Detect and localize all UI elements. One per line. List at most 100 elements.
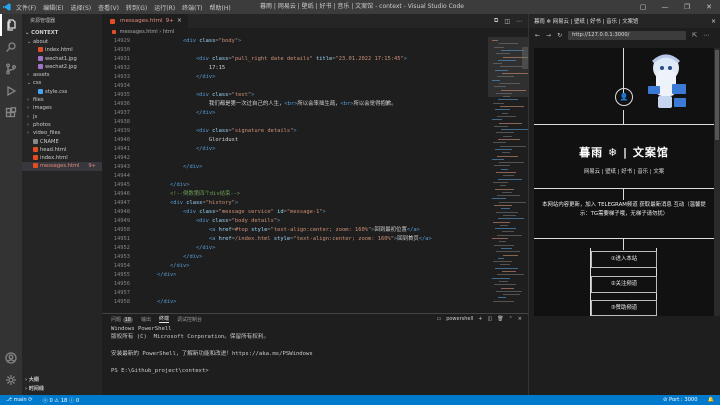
browser-scrollbar-thumb[interactable] <box>715 50 719 140</box>
menu-item[interactable]: 转到(G) <box>126 3 147 12</box>
code-line[interactable]: 14953 </div> <box>102 253 528 262</box>
tree-item[interactable]: head.html <box>22 146 102 154</box>
tab-output[interactable]: 输出 <box>141 316 151 323</box>
menu-item[interactable]: 文件(F) <box>16 3 36 12</box>
minimize-button[interactable]: — <box>654 0 676 14</box>
search-icon[interactable] <box>0 36 22 58</box>
code-line[interactable]: 14930 <box>102 46 528 55</box>
settings-gear-icon[interactable] <box>0 369 22 391</box>
code-line[interactable]: 14947 <div class="history"> <box>102 199 528 208</box>
code-line[interactable]: 14940 Gloridust <box>102 136 528 145</box>
tree-item[interactable]: ⌄ css <box>22 79 102 87</box>
terminal-output[interactable]: Windows PowerShell 版权所有 (C) Microsoft Cor… <box>111 325 313 375</box>
maximize-button[interactable]: ❐ <box>676 0 698 14</box>
enter-site-button[interactable]: ①进入本站 <box>591 251 657 268</box>
code-line[interactable]: 14957 <box>102 289 528 298</box>
port-indicator[interactable]: ⊘ Port : 3000 <box>663 397 698 403</box>
branch-indicator[interactable]: ⎇ main ⟳ <box>6 397 33 403</box>
code-line[interactable]: 14951 <a href=/index.html style="text-al… <box>102 235 528 244</box>
close-button[interactable]: ✕ <box>698 0 720 14</box>
tab-messages-html[interactable]: messages.html 9+ × <box>102 14 188 28</box>
tree-item[interactable]: › images <box>22 104 102 112</box>
tree-item[interactable]: › assets <box>22 71 102 79</box>
split-terminal-icon[interactable]: ◫ <box>488 316 493 322</box>
tree-item[interactable]: wechat1.jpg <box>22 55 102 63</box>
code-line[interactable]: 14952 </div> <box>102 244 528 253</box>
code-line[interactable]: 14929 <div class="body"> <box>102 37 528 46</box>
timeline-section[interactable]: › 时间线 <box>22 385 102 394</box>
forward-arrow-icon[interactable]: → <box>546 32 551 39</box>
tree-item[interactable]: wechat2.jpg <box>22 63 102 71</box>
layout-icon[interactable]: ▢ <box>632 0 654 14</box>
tree-item[interactable]: CNAME <box>22 138 102 146</box>
code-line[interactable]: 14933 </div> <box>102 73 528 82</box>
tree-item[interactable]: › video_files <box>22 129 102 137</box>
open-external-icon[interactable]: ⇱ <box>692 32 697 39</box>
menu-item[interactable]: 帮助(H) <box>209 3 230 12</box>
code-line[interactable]: 14956 <box>102 280 528 289</box>
code-line[interactable]: 14955 </div> <box>102 271 528 280</box>
maximize-panel-icon[interactable]: ⌃ <box>509 316 513 322</box>
menu-item[interactable]: 编辑(E) <box>43 3 63 12</box>
url-bar[interactable]: http://127.0.0.1:3000/ <box>568 30 687 40</box>
notifications-bell-icon[interactable]: 🔔 <box>708 397 714 403</box>
tree-item[interactable]: ⌄ about <box>22 38 102 46</box>
code-line[interactable]: 14942 <box>102 154 528 163</box>
account-icon[interactable] <box>0 347 22 369</box>
code-line[interactable]: 14958 </div> <box>102 298 528 307</box>
breadcrumb-file[interactable]: messages.html <box>120 29 158 35</box>
breadcrumb-symbol[interactable]: html <box>163 29 174 35</box>
tab-problems[interactable]: 问题 18 <box>111 316 133 323</box>
trash-icon[interactable]: 🗑 <box>497 316 503 322</box>
code-line[interactable]: 14938 <box>102 118 528 127</box>
code-line[interactable]: 14954 </div> <box>102 262 528 271</box>
tab-debug-console[interactable]: 调试控制台 <box>177 316 202 323</box>
code-line[interactable]: 14943 </div> <box>102 163 528 172</box>
close-panel-icon[interactable]: × <box>518 316 522 322</box>
code-line[interactable]: 14949 <div class="body details"> <box>102 217 528 226</box>
avatar[interactable]: 👤 <box>615 88 633 106</box>
run-debug-icon[interactable] <box>0 80 22 102</box>
open-preview-icon[interactable]: ⧉ <box>494 17 498 25</box>
menu-item[interactable]: 选择(S) <box>71 3 92 12</box>
tree-item[interactable]: › photos <box>22 121 102 129</box>
code-line[interactable]: 14934 <box>102 82 528 91</box>
tree-item[interactable]: index.html <box>22 154 102 162</box>
site-nav[interactable]: 网易云 | 壁纸 | 好书 | 音乐 | 文案 <box>534 167 714 175</box>
back-arrow-icon[interactable]: ← <box>535 32 540 39</box>
tree-item[interactable]: › files <box>22 96 102 104</box>
tree-item[interactable]: index.html <box>22 46 102 54</box>
tree-item[interactable]: › js <box>22 113 102 121</box>
tree-item[interactable]: style.css <box>22 88 102 96</box>
code-line[interactable]: 14944 <box>102 172 528 181</box>
new-terminal-icon[interactable]: + <box>478 316 482 322</box>
problems-indicator[interactable]: ⓧ 0 ⚠ 18 ⓘ 0 <box>43 397 80 404</box>
browser-scrollbar[interactable] <box>714 48 720 316</box>
shell-label[interactable]: powershell <box>446 316 473 322</box>
tree-item[interactable]: messages.html 9+ <box>22 162 102 171</box>
sponsor-channel-button[interactable]: ③赞助频道 <box>591 300 657 316</box>
code-line[interactable]: 14948 <div class="message service" id="m… <box>102 208 528 217</box>
split-editor-icon[interactable]: ◫ <box>504 18 510 25</box>
follow-channel-button[interactable]: ②关注频道 <box>591 276 657 293</box>
menu-item[interactable]: 查看(V) <box>98 3 119 12</box>
source-control-icon[interactable] <box>0 58 22 80</box>
code-line[interactable]: 14946 <!--倒数第四个div结束--> <box>102 190 528 199</box>
extensions-icon[interactable] <box>0 102 22 124</box>
code-line[interactable]: 14937 </div> <box>102 109 528 118</box>
code-view[interactable]: 14929 <div class="body"> 14930 14931 <div … <box>102 37 528 313</box>
tab-terminal[interactable]: 终端 <box>159 315 170 323</box>
menu-item[interactable]: 终端(T) <box>182 3 202 12</box>
more-actions-icon[interactable]: ⋯ <box>516 18 522 25</box>
close-browser-tab-icon[interactable]: × <box>711 18 716 25</box>
outline-section[interactable]: › 大纲 <box>22 376 102 385</box>
code-line[interactable]: 14939 <div class="signature details"> <box>102 127 528 136</box>
code-line[interactable]: 14932 17:15 <box>102 64 528 73</box>
code-line[interactable]: 14950 <a href=#top style="text-align:cen… <box>102 226 528 235</box>
code-line[interactable]: 14935 <div class="text"> <box>102 91 528 100</box>
close-tab-icon[interactable]: × <box>177 14 182 28</box>
explorer-icon[interactable] <box>0 14 22 36</box>
reload-icon[interactable]: ↻ <box>557 32 562 39</box>
browser-tab[interactable]: 暮雨 ❄ 网易云 | 壁纸 | 好书 | 音乐 | 文案馆 × <box>529 14 720 28</box>
code-line[interactable]: 14936 我们都是第一次过自己的人生，<br>所以会笨拙生疏，<br>所以会觉… <box>102 100 528 109</box>
